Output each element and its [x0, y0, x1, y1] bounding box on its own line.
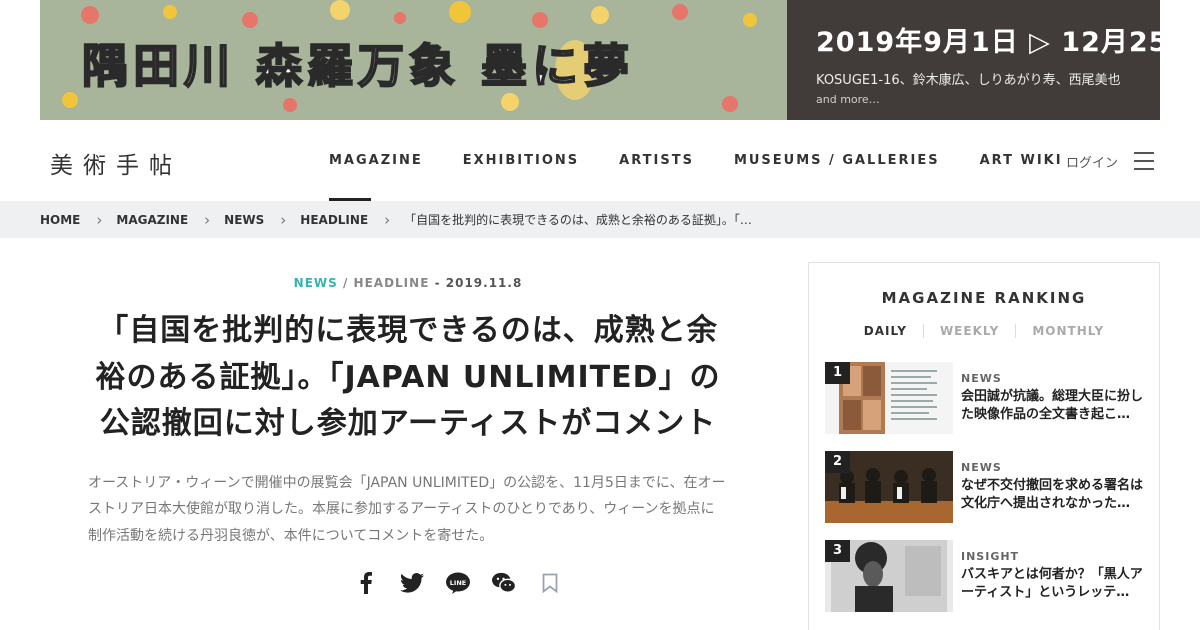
breadcrumb-magazine[interactable]: MAGAZINE: [116, 213, 188, 227]
article-meta: NEWS / HEADLINE - 2019.11.8: [293, 276, 523, 290]
chevron-right-icon: ›: [96, 210, 103, 229]
breadcrumb-news[interactable]: NEWS: [224, 213, 264, 227]
wechat-icon[interactable]: [492, 571, 516, 595]
ranking-tabs: DAILY WEEKLY MONTHLY: [809, 324, 1159, 338]
line-icon[interactable]: LINE: [446, 571, 470, 595]
rank-number: 3: [825, 540, 850, 562]
article-subcategory[interactable]: HEADLINE: [354, 276, 430, 290]
ranking-item[interactable]: 2 NEWS なぜ不交付撤回を求める署名は文化庁へ提出されなかった…: [825, 451, 1145, 525]
nav-exhibitions[interactable]: EXHIBITIONS: [443, 120, 599, 201]
banner-date: 2019年9月1日 ▷ 12月25日: [816, 27, 1197, 58]
nav-artists[interactable]: ARTISTS: [599, 120, 714, 201]
breadcrumb-headline[interactable]: HEADLINE: [300, 213, 368, 227]
ranking-item[interactable]: 1 NEWS 会田誠が抗議。総理大臣に扮した映像作品の全文書き起こ…: [825, 362, 1145, 436]
banner-title: 隅田川 森羅万象 墨に夢: [81, 38, 635, 94]
ranking-category: NEWS: [961, 461, 1002, 474]
top-ad-banner[interactable]: 隅田川 森羅万象 墨に夢 2019年9月1日 ▷ 12月25日 KOSUGE1-…: [40, 0, 1197, 120]
article-lead: オーストリア・ウィーンで開催中の展覧会「JAPAN UNLIMITED」の公認を…: [88, 474, 726, 544]
banner-artists: KOSUGE1-16、鈴木康広、しりあがり寿、西尾美也: [816, 73, 1121, 88]
tab-weekly[interactable]: WEEKLY: [922, 324, 1015, 338]
site-logo[interactable]: 美術手帖: [50, 146, 182, 180]
article-title: 「自国を批判的に表現できるのは、成熟と余裕のある証拠」。「JAPAN UNLIM…: [95, 313, 721, 441]
tab-monthly[interactable]: MONTHLY: [1015, 324, 1120, 338]
banner-more: and more…: [816, 93, 880, 106]
bookmark-icon[interactable]: [538, 571, 562, 595]
ranking-category: INSIGHT: [961, 550, 1020, 563]
rank-number: 1: [825, 362, 850, 384]
article-date: 2019.11.8: [445, 276, 523, 290]
ranking-item[interactable]: 3 INSIGHT バスキアとは何者か？「黒人アーティスト」というレッテ…: [825, 540, 1145, 614]
svg-text:LINE: LINE: [450, 579, 466, 587]
article-category[interactable]: NEWS: [294, 276, 338, 290]
ranking-title-text: 会田誠が抗議。総理大臣に扮した映像作品の全文書き起こ…: [961, 389, 1143, 423]
facebook-icon[interactable]: [354, 571, 378, 595]
nav-art-wiki[interactable]: ART WIKI: [960, 120, 1083, 201]
chevron-right-icon: ›: [204, 210, 211, 229]
chevron-right-icon: ›: [280, 210, 287, 229]
share-bar: LINE: [88, 571, 728, 595]
banner-info: 2019年9月1日 ▷ 12月25日 KOSUGE1-16、鈴木康広、しりあがり…: [787, 0, 1197, 120]
breadcrumb: HOME › MAGAZINE › NEWS › HEADLINE › 「自国を…: [0, 201, 1200, 238]
tab-daily[interactable]: DAILY: [848, 324, 923, 338]
banner-artwork: 隅田川 森羅万象 墨に夢: [40, 0, 787, 120]
rank-number: 2: [825, 451, 850, 473]
twitter-icon[interactable]: [400, 571, 424, 595]
site-header: 美術手帖 MAGAZINE EXHIBITIONS ARTISTS MUSEUM…: [0, 120, 1200, 201]
breadcrumb-current: 「自国を批判的に表現できるのは、成熟と余裕のある証拠」。「…: [404, 213, 752, 227]
magazine-ranking: MAGAZINE RANKING DAILY WEEKLY MONTHLY 1 …: [808, 262, 1160, 630]
breadcrumb-home[interactable]: HOME: [40, 213, 80, 227]
ranking-title-text: バスキアとは何者か？「黒人アーティスト」というレッテ…: [961, 567, 1143, 601]
nav-magazine[interactable]: MAGAZINE: [309, 120, 443, 201]
chevron-right-icon: ›: [384, 210, 391, 229]
ranking-title-text: なぜ不交付撤回を求める署名は文化庁へ提出されなかった…: [961, 478, 1143, 512]
article: NEWS / HEADLINE - 2019.11.8 「自国を批判的に表現でき…: [88, 262, 728, 595]
main-nav: MAGAZINE EXHIBITIONS ARTISTS MUSEUMS / G…: [309, 120, 1083, 201]
ranking-category: NEWS: [961, 372, 1002, 385]
nav-museums-galleries[interactable]: MUSEUMS / GALLERIES: [714, 120, 960, 201]
menu-icon[interactable]: [1134, 152, 1154, 170]
login-link[interactable]: ログイン: [1066, 152, 1118, 171]
ranking-title: MAGAZINE RANKING: [881, 289, 1087, 307]
